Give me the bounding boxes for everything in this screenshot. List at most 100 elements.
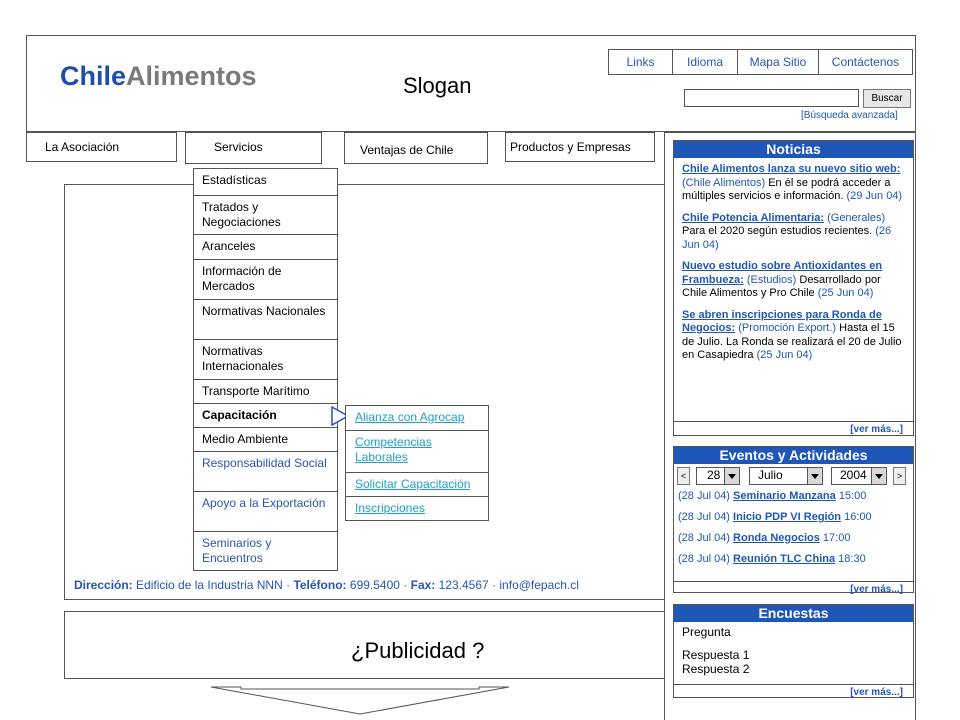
ad-placeholder-text: ¿Publicidad ?: [351, 638, 485, 663]
address-label: Dirección:: [74, 578, 133, 592]
next-date-button[interactable]: >: [893, 467, 906, 485]
submenu-item-solicitar-capacitacion[interactable]: Solicitar Capacitación: [346, 473, 488, 497]
top-link-links[interactable]: Links: [609, 50, 673, 74]
event-time: 15:00: [838, 490, 867, 502]
news-item-date: (25 Jun 04): [817, 287, 874, 299]
poll-question: Pregunta: [682, 625, 731, 639]
news-item[interactable]: Chile Alimentos lanza su nuevo sitio web…: [682, 163, 905, 204]
event-date: (28 Jul 04): [678, 532, 730, 544]
ad-arrow-icon: [210, 686, 510, 715]
news-panel: Noticias Chile Alimentos lanza su nuevo …: [673, 140, 914, 436]
search-button[interactable]: Buscar: [863, 89, 911, 108]
news-item-category: (Generales): [827, 211, 886, 224]
day-value: 28: [707, 468, 721, 482]
news-item-date: (29 Jun 04): [846, 190, 903, 202]
submenu-item-alianza-agrocap[interactable]: Alianza con Agrocap: [346, 406, 488, 431]
top-link-mapa-sitio[interactable]: Mapa Sitio: [738, 50, 819, 74]
footer-contact-line: Dirección: Edificio de la Industria NNN …: [74, 578, 579, 592]
event-item[interactable]: (28 Jul 04) Ronda Negocios 17:00: [678, 532, 913, 553]
menu-item-responsabilidad-social[interactable]: Responsabilidad Social: [194, 452, 337, 492]
year-select[interactable]: 2004: [831, 467, 887, 485]
menu-item-medio-ambiente[interactable]: Medio Ambiente: [194, 428, 337, 452]
event-time: 16:00: [844, 511, 872, 523]
news-item-body: Para el 2020 según estudios recientes.: [682, 225, 873, 237]
news-item[interactable]: Chile Potencia Alimentaria: (Generales) …: [682, 212, 905, 253]
year-value: 2004: [840, 468, 867, 482]
email-link[interactable]: info@fepach.cl: [499, 578, 579, 592]
event-name[interactable]: Reunión TLC China: [733, 553, 835, 565]
menu-item-seminarios-encuentros[interactable]: Seminarios y Encuentros: [194, 532, 337, 570]
tab-label: La Asociación: [45, 140, 120, 154]
advanced-search-link[interactable]: [Búsqueda avanzada]: [801, 110, 898, 121]
top-link-idioma[interactable]: Idioma: [673, 50, 738, 74]
menu-item-apoyo-exportacion[interactable]: Apoyo a la Exportación: [194, 492, 337, 532]
main-content-frame: [64, 184, 665, 600]
event-name[interactable]: Inicio PDP VI Región: [733, 511, 841, 523]
menu-item-normativas-internacionales[interactable]: Normativas Internacionales: [194, 340, 337, 380]
polls-panel: Encuestas Pregunta Respuesta 1 Respuesta…: [673, 604, 914, 698]
poll-answer-2[interactable]: Respuesta 2: [682, 662, 905, 676]
address-value: Edificio de la Industria NNN: [136, 578, 283, 592]
event-name[interactable]: Ronda Negocios: [733, 532, 820, 544]
event-date: (28 Jul 04): [678, 490, 730, 502]
tab-servicios[interactable]: Servicios: [185, 132, 322, 164]
tab-productos-y-empresas[interactable]: Productos y Empresas: [505, 132, 655, 162]
event-item[interactable]: (28 Jul 04) Seminario Manzana 15:00: [678, 490, 913, 511]
fax-label: Fax:: [410, 578, 436, 592]
news-item-title[interactable]: Chile Alimentos lanza su nuevo sitio web…: [682, 163, 900, 175]
slogan: Slogan: [403, 73, 472, 98]
news-item[interactable]: Nuevo estudio sobre Antioxidantes en Fra…: [682, 260, 905, 301]
submenu-item-competencias-laborales[interactable]: Competencias Laborales: [346, 431, 488, 473]
menu-item-informacion-mercados[interactable]: Información de Mercados: [194, 260, 337, 300]
chevron-down-icon: [807, 468, 822, 484]
polls-title: Encuestas: [674, 605, 913, 622]
prev-date-button[interactable]: <: [677, 467, 690, 485]
chevron-down-icon: [724, 468, 739, 484]
day-select[interactable]: 28: [696, 467, 740, 485]
logo-part-2: Alimentos: [126, 61, 257, 91]
events-more-link[interactable]: [ver más...]: [674, 581, 913, 597]
fax-value: 123.4567: [438, 578, 489, 592]
tab-label: Productos y Empresas: [510, 140, 631, 154]
top-link-contactenos[interactable]: Contáctenos: [819, 50, 912, 74]
top-links: Links Idioma Mapa Sitio Contáctenos: [608, 49, 913, 75]
menu-item-transporte-maritimo[interactable]: Transporte Marítimo: [194, 380, 337, 404]
news-item[interactable]: Se abren inscripciones para Ronda de Neg…: [682, 309, 905, 363]
event-time: 18:30: [838, 553, 866, 565]
search-input[interactable]: [684, 89, 859, 107]
tab-ventajas-de-chile[interactable]: Ventajas de Chile: [344, 132, 488, 164]
news-item-category: (Promoción Export.): [738, 322, 837, 334]
logo-part-1: Chile: [60, 61, 127, 91]
poll-answer-1[interactable]: Respuesta 1: [682, 648, 905, 662]
menu-item-capacitacion[interactable]: Capacitación: [194, 404, 337, 428]
events-panel: Eventos y Actividades < 28 Julio 2004 > …: [673, 446, 914, 595]
event-date: (28 Jul 04): [678, 553, 730, 565]
submenu-item-inscripciones[interactable]: Inscripciones: [346, 497, 488, 520]
phone-value: 699.5400: [349, 578, 400, 592]
tab-label: Servicios: [214, 140, 263, 154]
event-time: 17:00: [822, 532, 851, 544]
menu-item-tratados[interactable]: Tratados y Negociaciones: [194, 196, 337, 235]
menu-item-normativas-nacionales[interactable]: Normativas Nacionales: [194, 300, 337, 340]
news-item-category: (Chile Alimentos): [682, 176, 766, 189]
event-item[interactable]: (28 Jul 04) Inicio PDP VI Región 16:00: [678, 511, 913, 532]
news-item-category: (Estudios): [746, 273, 797, 286]
event-name[interactable]: Seminario Manzana: [733, 490, 836, 502]
news-item-date: (25 Jun 04): [756, 349, 813, 361]
tab-label: Ventajas de Chile: [360, 143, 454, 157]
polls-more-link[interactable]: [ver más...]: [674, 684, 913, 700]
news-item-title[interactable]: Chile Potencia Alimentaria:: [682, 212, 824, 224]
event-date: (28 Jul 04): [678, 511, 730, 523]
events-title: Eventos y Actividades: [674, 447, 913, 464]
phone-label: Teléfono:: [293, 578, 347, 592]
servicios-dropdown-menu: Estadísticas Tratados y Negociaciones Ar…: [193, 168, 338, 571]
tab-la-asociacion[interactable]: La Asociación: [26, 132, 177, 162]
site-logo[interactable]: ChileAlimentos: [60, 61, 257, 92]
menu-item-estadisticas[interactable]: Estadísticas: [194, 169, 337, 196]
news-more-link[interactable]: [ver más...]: [674, 421, 913, 437]
month-select[interactable]: Julio: [749, 467, 823, 485]
menu-item-aranceles[interactable]: Aranceles: [194, 235, 337, 260]
capacitacion-submenu: Alianza con Agrocap Competencias Laboral…: [345, 405, 489, 521]
event-item[interactable]: (28 Jul 04) Reunión TLC China 18:30: [678, 553, 913, 574]
month-value: Julio: [758, 468, 783, 482]
